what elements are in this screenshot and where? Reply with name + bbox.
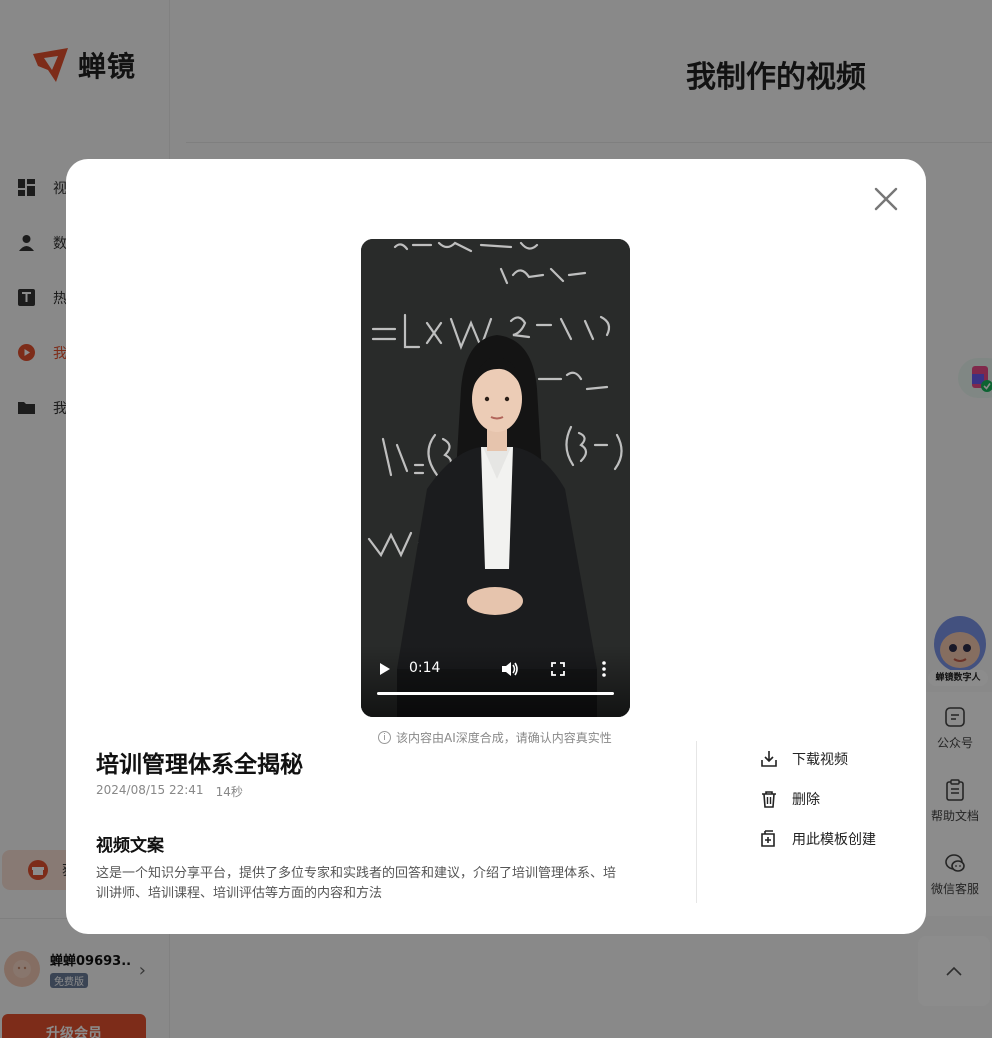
close-button[interactable]	[872, 185, 900, 213]
fullscreen-icon	[551, 662, 565, 676]
play-button[interactable]	[375, 659, 395, 679]
video-controls	[361, 645, 630, 717]
script-heading: 视频文案	[96, 836, 164, 856]
video-actions: 下载视频 删除 用此模板创建	[760, 739, 900, 859]
video-progress-bar[interactable]	[377, 692, 614, 695]
video-meta: 2024/08/15 22:41 14秒	[96, 783, 243, 800]
download-video-button[interactable]: 下载视频	[760, 739, 900, 779]
delete-video-button[interactable]: 删除	[760, 779, 900, 819]
ai-disclaimer: i 该内容由AI深度合成，请确认内容真实性	[378, 729, 612, 746]
trash-icon	[762, 791, 776, 808]
video-title: 培训管理体系全揭秘	[96, 752, 303, 778]
action-label: 删除	[792, 792, 820, 808]
play-icon	[380, 663, 390, 675]
script-text: 这是一个知识分享平台，提供了多位专家和实践者的回答和建议，介绍了培训管理体系、培…	[96, 866, 617, 901]
copy-add-icon	[761, 830, 775, 847]
video-player[interactable]: 0:14	[361, 239, 630, 717]
video-date: 2024/08/15 22:41	[96, 783, 204, 797]
video-current-time: 0:14	[409, 660, 441, 676]
fullscreen-button[interactable]	[547, 659, 569, 679]
volume-button[interactable]	[499, 658, 521, 680]
download-icon	[761, 751, 777, 767]
action-label: 用此模板创建	[792, 832, 876, 848]
video-detail-modal: 0:14 i 该内容由AI深度合成，请确认内容真实性 培训管理体系全揭秘 202…	[66, 159, 926, 934]
volume-icon	[502, 662, 518, 676]
info-icon: i	[378, 731, 391, 744]
close-icon	[874, 187, 898, 211]
ai-disclaimer-text: 该内容由AI深度合成，请确认内容真实性	[396, 731, 612, 745]
modal-divider	[696, 741, 697, 903]
more-options-button[interactable]	[597, 659, 611, 679]
create-from-template-button[interactable]: 用此模板创建	[760, 819, 900, 859]
more-vertical-icon	[602, 661, 606, 677]
video-duration: 14秒	[215, 785, 243, 799]
action-label: 下载视频	[792, 752, 848, 768]
